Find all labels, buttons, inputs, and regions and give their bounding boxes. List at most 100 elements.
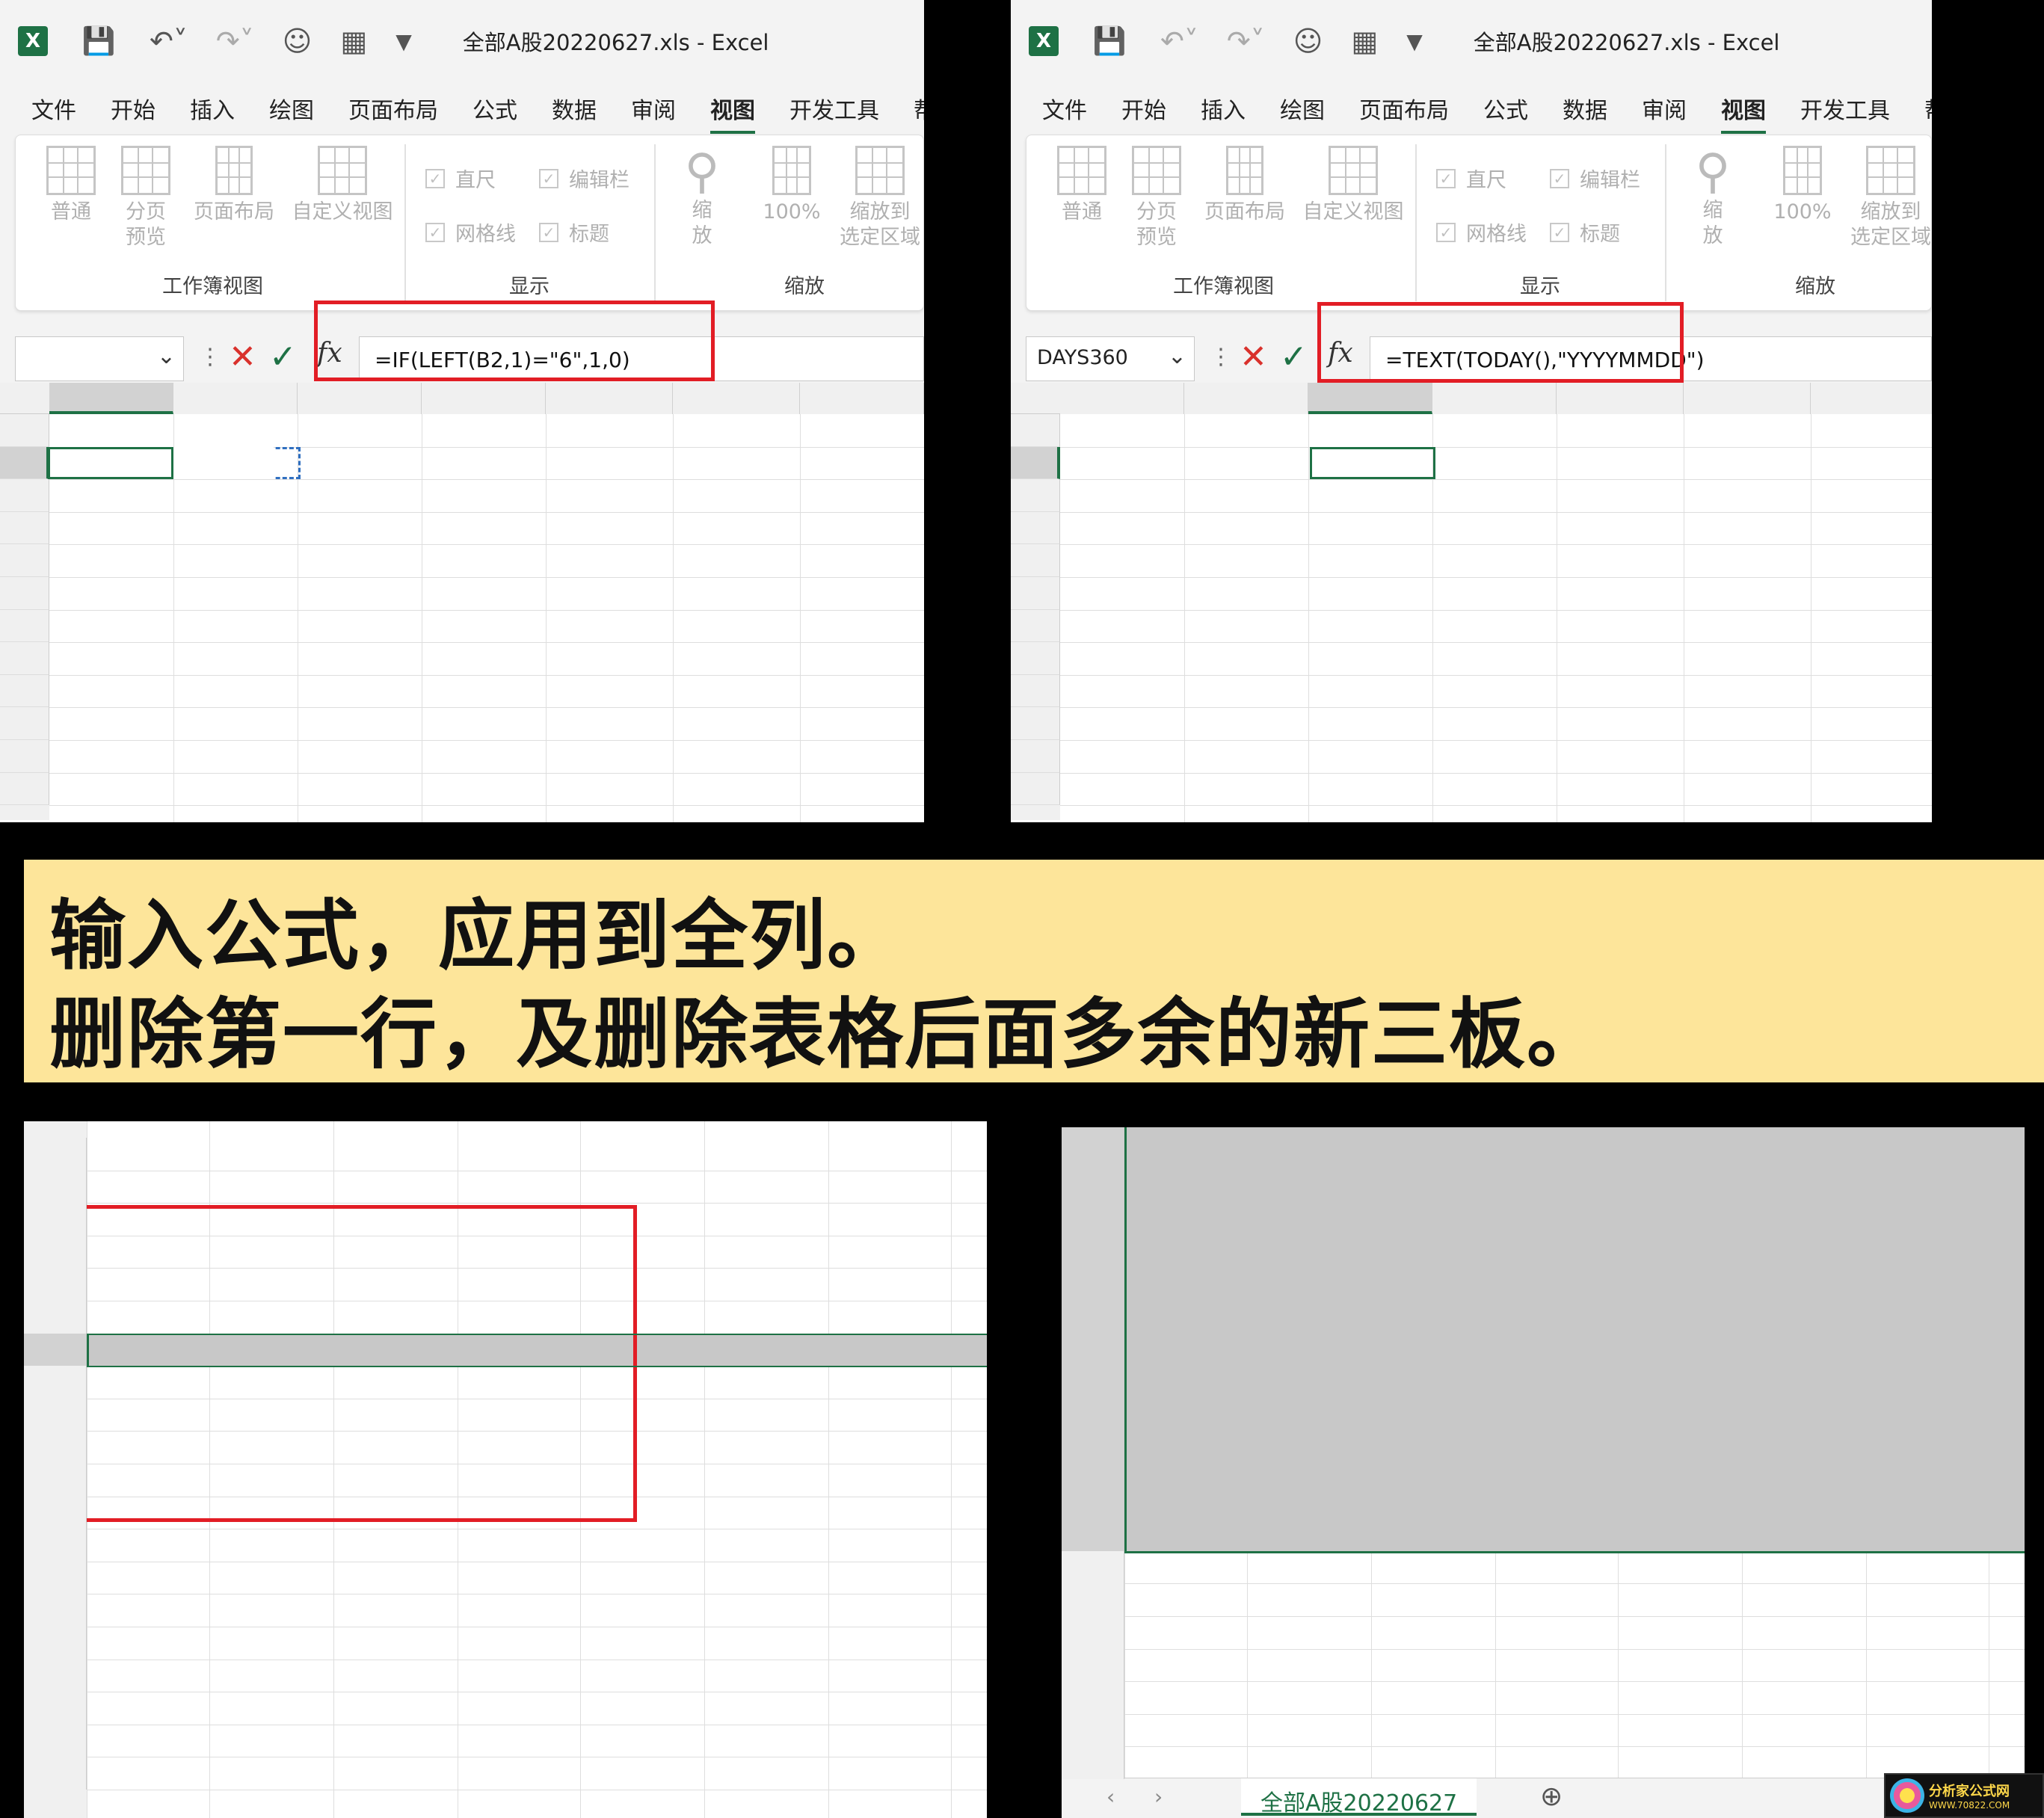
sheet-tab[interactable]: 全部A股20220627 — [1241, 1778, 1477, 1817]
cell-c[interactable] — [336, 1301, 456, 1334]
cell-b[interactable] — [1187, 642, 1307, 675]
cell-b[interactable] — [211, 1236, 330, 1269]
cell-d[interactable] — [422, 544, 540, 577]
cell-a[interactable] — [87, 1203, 206, 1236]
cell-c[interactable] — [301, 512, 420, 545]
tab-review[interactable]: 审阅 — [1642, 92, 1687, 125]
cell-c[interactable] — [301, 544, 420, 577]
column-header-d[interactable] — [1432, 383, 1557, 414]
tab-developer[interactable]: 开发工具 — [789, 92, 879, 125]
cell-c[interactable] — [336, 1692, 456, 1725]
cell-b[interactable] — [176, 740, 296, 773]
cell-b[interactable] — [1187, 512, 1307, 545]
tab-draw[interactable]: 绘图 — [1280, 92, 1325, 125]
cell-d[interactable] — [1432, 675, 1551, 708]
cell-a[interactable] — [49, 773, 173, 806]
cell-a[interactable] — [1124, 1225, 1244, 1258]
cell-d[interactable] — [1497, 1453, 1615, 1486]
save-icon[interactable]: 💾 — [81, 23, 117, 59]
cell-d[interactable] — [422, 414, 540, 447]
cell-b[interactable] — [1249, 1127, 1368, 1160]
cell-d[interactable] — [459, 1334, 577, 1366]
cell-b[interactable] — [211, 1725, 330, 1757]
cell-d[interactable] — [1432, 773, 1551, 806]
cell-b[interactable] — [1249, 1420, 1368, 1453]
cell-a[interactable] — [87, 1301, 206, 1334]
row-header[interactable] — [1062, 1192, 1124, 1225]
cell-c[interactable] — [1374, 1225, 1494, 1258]
cell-c[interactable] — [1374, 1355, 1494, 1388]
cell-c[interactable] — [1374, 1160, 1494, 1193]
cell-a[interactable] — [49, 414, 173, 447]
cell-b[interactable] — [211, 1562, 330, 1594]
cell-a[interactable] — [1124, 1160, 1244, 1193]
save-icon[interactable]: 💾 — [1092, 23, 1127, 59]
cell-a[interactable] — [1060, 414, 1184, 447]
cell-d[interactable] — [422, 577, 540, 610]
cell-d[interactable] — [459, 1268, 577, 1301]
cell-a[interactable] — [49, 675, 173, 708]
cell-a[interactable] — [87, 1431, 206, 1464]
cell-d[interactable] — [1497, 1160, 1615, 1193]
cell-d[interactable] — [459, 1757, 577, 1790]
cell-d[interactable] — [459, 1431, 577, 1464]
smiley-icon[interactable]: ☺ — [283, 25, 313, 58]
formula-bar-checkbox[interactable]: ✓ 编辑栏 — [1550, 164, 1640, 193]
page-break-preview-button[interactable]: 分页 预览 — [117, 146, 174, 250]
row-header[interactable] — [1011, 642, 1060, 675]
cell-a[interactable] — [1124, 1649, 1244, 1682]
cell-c[interactable] — [301, 707, 420, 740]
cell-c[interactable] — [336, 1399, 456, 1432]
cell-c[interactable] — [336, 1268, 456, 1301]
cell-d[interactable] — [1432, 512, 1551, 545]
row-header[interactable] — [24, 1333, 87, 1366]
cell-d[interactable] — [459, 1692, 577, 1725]
cell-d[interactable] — [1432, 610, 1551, 643]
cell-b[interactable] — [1249, 1388, 1368, 1421]
cell-c[interactable] — [1374, 1323, 1494, 1356]
cell-a[interactable] — [1124, 1616, 1244, 1649]
calculator-icon[interactable]: ▦ — [340, 25, 367, 58]
cell-a[interactable] — [87, 1529, 206, 1562]
row-header[interactable] — [24, 1594, 87, 1627]
row-header[interactable] — [0, 740, 49, 773]
sheet-grid[interactable] — [0, 383, 924, 822]
cell-d[interactable] — [1497, 1290, 1615, 1323]
cell-d[interactable] — [1497, 1257, 1615, 1290]
cell-d[interactable] — [422, 642, 540, 675]
row-header[interactable] — [1062, 1453, 1124, 1486]
cell-d[interactable] — [422, 675, 540, 708]
row-header[interactable] — [0, 414, 49, 447]
row-header[interactable] — [0, 511, 49, 545]
cell-b[interactable] — [176, 479, 296, 512]
cell-a[interactable] — [1124, 1551, 1244, 1584]
row-header[interactable] — [24, 1235, 87, 1269]
cell-c[interactable] — [1311, 740, 1431, 773]
cell-c[interactable] — [301, 773, 420, 806]
cell-c[interactable] — [1311, 479, 1431, 512]
row-header[interactable] — [1011, 446, 1060, 480]
cell-c[interactable] — [1374, 1746, 1494, 1779]
tab-review[interactable]: 审阅 — [631, 92, 676, 125]
cell-b[interactable] — [1249, 1257, 1368, 1290]
column-header-f[interactable] — [673, 383, 800, 414]
row-header[interactable] — [1062, 1322, 1124, 1356]
gridlines-checkbox[interactable]: ✓ 网格线 — [1436, 218, 1527, 247]
prev-sheet-icon[interactable]: ‹ — [1106, 1784, 1115, 1809]
cell-d[interactable] — [459, 1529, 577, 1562]
cell-c[interactable] — [1374, 1518, 1494, 1551]
row-header[interactable] — [24, 1464, 87, 1497]
row-header[interactable] — [0, 772, 49, 806]
tab-data[interactable]: 数据 — [552, 92, 597, 125]
row-header[interactable] — [1062, 1127, 1124, 1160]
cell-b[interactable] — [176, 773, 296, 806]
cell-a[interactable] — [1124, 1420, 1244, 1453]
cancel-icon[interactable]: ✕ — [1240, 338, 1267, 376]
cell-d[interactable] — [459, 1301, 577, 1334]
row-header[interactable] — [0, 674, 49, 708]
cell-a[interactable] — [1124, 1388, 1244, 1421]
cell-a[interactable] — [87, 1138, 206, 1171]
row-header[interactable] — [1011, 772, 1060, 806]
cell-a[interactable] — [49, 707, 173, 740]
row-header[interactable] — [1062, 1485, 1124, 1519]
